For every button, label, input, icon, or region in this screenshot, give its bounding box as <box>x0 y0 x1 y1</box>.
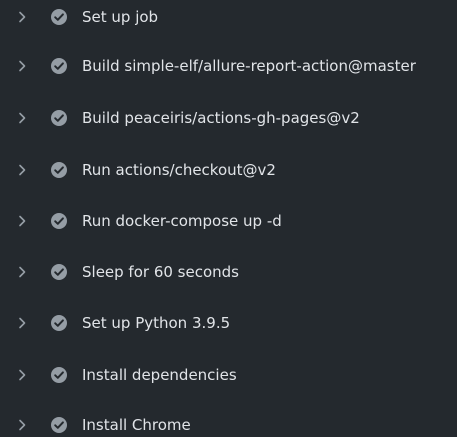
check-circle-icon <box>50 263 68 281</box>
chevron-right-icon[interactable] <box>17 60 27 72</box>
check-circle-icon <box>50 366 68 384</box>
step-label: Install Chrome <box>82 416 191 434</box>
chevron-right-icon[interactable] <box>17 317 27 329</box>
step-row-sleep[interactable]: Sleep for 60 seconds <box>0 252 457 292</box>
workflow-steps-list: Set up job Build simple-elf/allure-repor… <box>0 0 457 437</box>
step-row-run-checkout[interactable]: Run actions/checkout@v2 <box>0 150 457 190</box>
step-row-install-chrome[interactable]: Install Chrome <box>0 405 457 437</box>
step-row-install-dependencies[interactable]: Install dependencies <box>0 355 457 395</box>
step-row-build-allure-report-action[interactable]: Build simple-elf/allure-report-action@ma… <box>0 46 457 86</box>
chevron-right-icon[interactable] <box>17 419 27 431</box>
check-circle-icon <box>50 416 68 434</box>
chevron-right-icon[interactable] <box>17 369 27 381</box>
step-label: Set up job <box>82 8 159 26</box>
step-row-run-docker-compose[interactable]: Run docker-compose up -d <box>0 201 457 241</box>
check-circle-icon <box>50 161 68 179</box>
step-label: Sleep for 60 seconds <box>82 263 239 281</box>
check-circle-icon <box>50 109 68 127</box>
step-label: Set up Python 3.9.5 <box>82 314 231 332</box>
step-row-set-up-job[interactable]: Set up job <box>0 0 457 37</box>
step-label: Build peaceiris/actions-gh-pages@v2 <box>82 109 360 127</box>
chevron-right-icon[interactable] <box>17 112 27 124</box>
check-circle-icon <box>50 314 68 332</box>
step-label: Run actions/checkout@v2 <box>82 161 276 179</box>
step-row-build-actions-gh-pages[interactable]: Build peaceiris/actions-gh-pages@v2 <box>0 98 457 138</box>
chevron-right-icon[interactable] <box>17 11 27 23</box>
chevron-right-icon[interactable] <box>17 266 27 278</box>
step-row-set-up-python[interactable]: Set up Python 3.9.5 <box>0 303 457 343</box>
chevron-right-icon[interactable] <box>17 215 27 227</box>
check-circle-icon <box>50 8 68 26</box>
step-label: Install dependencies <box>82 366 237 384</box>
step-label: Run docker-compose up -d <box>82 212 282 230</box>
check-circle-icon <box>50 212 68 230</box>
check-circle-icon <box>50 57 68 75</box>
chevron-right-icon[interactable] <box>17 164 27 176</box>
step-label: Build simple-elf/allure-report-action@ma… <box>82 57 416 75</box>
